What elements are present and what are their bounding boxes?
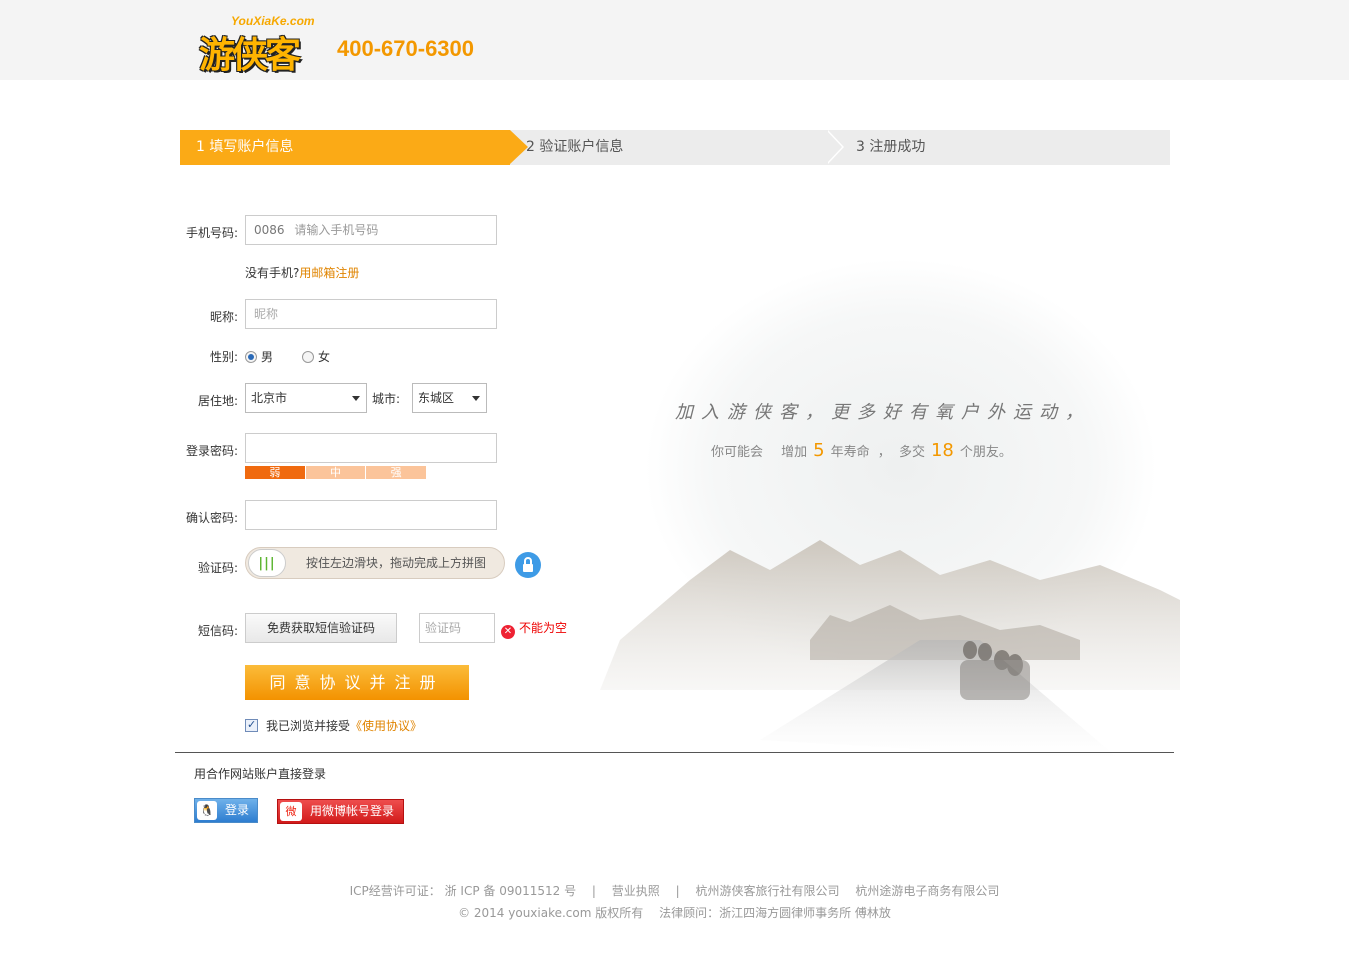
nickname-input[interactable]: 昵称 — [245, 299, 497, 329]
phone-label: 手机号码: — [185, 226, 238, 240]
footer-copyright: © 2014 youxiake.com 版权所有 — [458, 906, 644, 920]
password-input[interactable] — [245, 433, 497, 463]
chevron-down-icon — [472, 396, 480, 401]
sms-label: 短信码: — [197, 624, 238, 638]
gender-male-radio[interactable] — [245, 351, 257, 363]
agree-text: 我已浏览并接受《使用协议》 — [266, 717, 422, 734]
step-1: 1 填写账户信息 — [180, 130, 528, 165]
captcha-label: 验证码: — [197, 561, 238, 575]
password-strength-meter: 弱 中 强 — [245, 466, 427, 479]
stat-friends-unit: 个朋友。 — [959, 445, 1012, 460]
gender-female-radio[interactable] — [302, 351, 314, 363]
confirm-password-input[interactable] — [245, 500, 497, 530]
gender-label: 性别: — [209, 350, 238, 364]
partner-login-title: 用合作网站账户直接登录 — [194, 767, 327, 781]
weibo-login-label: 用微博帐号登录 — [310, 804, 395, 818]
registration-steps: 1 填写账户信息 2 验证账户信息 3 注册成功 — [180, 130, 1170, 165]
footer-sep: | — [675, 884, 680, 898]
sms-error: ✕ 不能为空 — [501, 620, 567, 639]
city-label: 城市: — [372, 392, 401, 406]
stat-friends: 18 — [930, 440, 954, 461]
hotline-number: 400-670-6300 — [337, 36, 475, 61]
footer-legal: 法律顾问：浙江四海方圆律师事务所 傅林放 — [659, 906, 891, 920]
user-agreement-link[interactable]: 《使用协议》 — [350, 719, 422, 733]
no-phone-hint: 没有手机?用邮箱注册 — [245, 264, 359, 281]
city-select[interactable]: 东城区 — [412, 383, 487, 413]
strength-weak: 弱 — [245, 466, 305, 479]
agree-label: 我已浏览并接受 — [266, 719, 351, 733]
slider-text: 按住左边滑块，拖动完成上方拼图 — [306, 556, 487, 570]
footer-business-license[interactable]: 营业执照 — [612, 884, 660, 898]
qq-login-button[interactable]: 🐧 登录 — [194, 798, 258, 823]
qq-login-label: 登录 — [225, 803, 250, 817]
step-separator-inner — [826, 130, 842, 164]
strength-strong: 强 — [366, 466, 427, 479]
province-select[interactable]: 北京市 — [245, 383, 367, 413]
gender-female-label[interactable]: 女 — [318, 348, 330, 365]
stat-years: 5 — [813, 440, 825, 461]
divider — [175, 752, 1174, 753]
sms-code-placeholder: 验证码 — [425, 621, 462, 635]
top-bar: YouXiaKe.com 游侠客 400-670-6300 — [0, 0, 1349, 80]
phone-placeholder: 请输入手机号码 — [294, 223, 379, 237]
footer-line-1: ICP经营许可证： 浙 ICP 备 09011512 号 | 营业执照 | 杭州… — [0, 882, 1349, 899]
mountain-road-image — [600, 540, 1180, 760]
agree-and-register-button[interactable]: 同意协议并注册 — [245, 665, 469, 700]
nickname-placeholder: 昵称 — [254, 307, 279, 321]
step-3: 3 注册成功 — [856, 139, 926, 155]
stat-increase: 增加 — [781, 445, 808, 460]
hero-illustration — [560, 220, 1180, 840]
footer-company-1[interactable]: 杭州游侠客旅行社有限公司 — [696, 884, 840, 898]
sms-code-input[interactable]: 验证码 — [419, 613, 495, 643]
step-2: 2 验证账户信息 — [526, 139, 624, 155]
confirm-password-label: 确认密码: — [185, 511, 238, 525]
no-phone-text: 没有手机? — [245, 266, 300, 280]
phone-input[interactable]: 0086 请输入手机号码 — [245, 215, 497, 245]
agree-checkbox[interactable] — [245, 718, 258, 732]
footer-company-2[interactable]: 杭州途游电子商务有限公司 — [855, 884, 999, 898]
footer-sep: | — [591, 884, 596, 898]
phone-prefix: 0086 — [254, 223, 285, 237]
sms-error-text: 不能为空 — [519, 621, 568, 635]
weibo-icon: 微 — [280, 802, 302, 821]
city-value: 东城区 — [418, 391, 455, 405]
nickname-label: 昵称: — [209, 310, 238, 324]
province-value: 北京市 — [251, 391, 288, 405]
weibo-login-button[interactable]: 微 用微博帐号登录 — [277, 799, 404, 824]
site-logo[interactable]: YouXiaKe.com 游侠客 — [199, 14, 325, 76]
footer-line-2: © 2014 youxiake.com 版权所有 法律顾问：浙江四海方圆律师事务… — [0, 904, 1349, 921]
hero-stats: 你可能会 增加 5 年寿命 ， 多交 18 个朋友。 — [711, 440, 1012, 461]
email-register-link[interactable]: 用邮箱注册 — [299, 266, 359, 280]
captcha-slider[interactable]: ||| 按住左边滑块，拖动完成上方拼图 — [245, 547, 505, 579]
stat-prefix: 你可能会 — [711, 445, 764, 460]
chevron-down-icon — [352, 396, 360, 401]
password-label: 登录密码: — [185, 444, 238, 458]
stat-years-unit: 年寿命 — [830, 445, 870, 460]
footer-icp: ICP经营许可证： 浙 ICP 备 09011512 号 — [349, 884, 577, 898]
get-sms-code-button[interactable]: 免费获取短信验证码 — [245, 613, 397, 643]
error-icon: ✕ — [501, 625, 515, 639]
slider-handle[interactable]: ||| — [248, 549, 286, 577]
hero-tagline: 加入游侠客，更多好有氧户外运动， — [675, 402, 1091, 423]
qq-icon: 🐧 — [197, 801, 217, 820]
logo-text: 游侠客 — [199, 35, 301, 76]
lock-icon — [515, 552, 541, 578]
stat-friends-prefix: 多交 — [898, 445, 925, 460]
strength-medium: 中 — [305, 466, 366, 479]
gender-male-label[interactable]: 男 — [261, 348, 273, 365]
stat-separator: ， — [877, 445, 891, 460]
residence-label: 居住地: — [197, 394, 238, 408]
